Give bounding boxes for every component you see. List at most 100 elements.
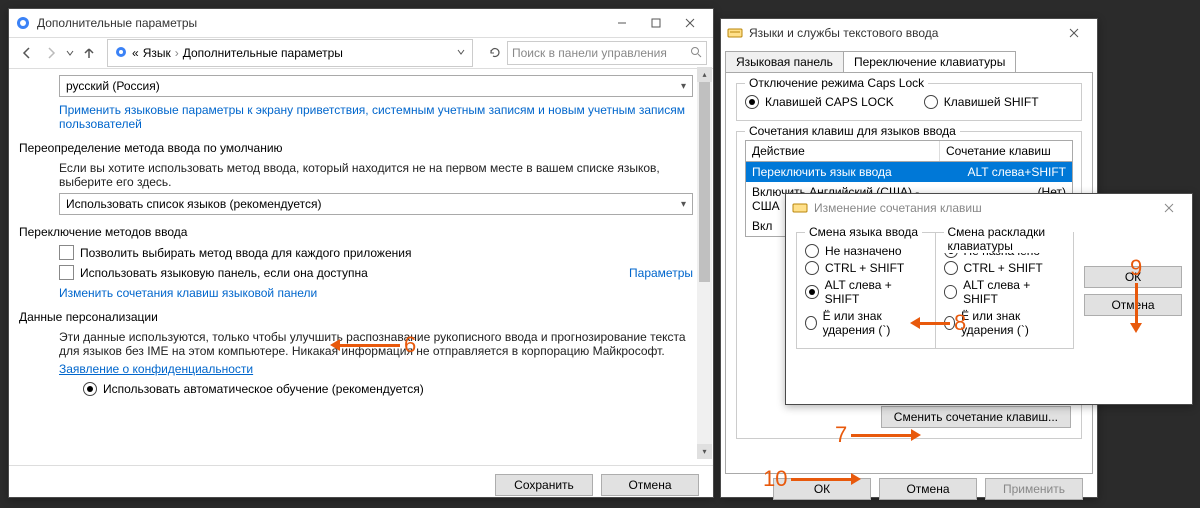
change-combo-button[interactable]: Сменить сочетание клавиш... bbox=[881, 406, 1071, 428]
radio-ctrlshift-2[interactable]: CTRL + SHIFT bbox=[944, 261, 1066, 275]
checkbox-icon bbox=[59, 265, 74, 280]
radio-icon bbox=[924, 95, 938, 109]
section-heading: Данные персонализации bbox=[19, 310, 693, 324]
radio-altshift[interactable]: ALT слева + SHIFT bbox=[805, 278, 927, 306]
cell-combo: ALT слева+SHIFT bbox=[940, 162, 1072, 182]
radio-capslock[interactable]: Клавишей CAPS LOCK bbox=[745, 95, 894, 109]
dialog-body: Смена языка ввода Не назначено CTRL + SH… bbox=[786, 222, 1192, 359]
dropdown-value: русский (Россия) bbox=[66, 79, 160, 93]
minimize-icon[interactable] bbox=[605, 9, 639, 37]
scroll-down-icon[interactable]: ▾ bbox=[697, 444, 712, 459]
keyboard-icon bbox=[792, 200, 808, 216]
radio-label: ALT слева + SHIFT bbox=[825, 278, 927, 306]
radio-shift[interactable]: Клавишей SHIFT bbox=[924, 95, 1039, 109]
keyboard-icon bbox=[727, 25, 743, 41]
search-input[interactable]: Поиск в панели управления bbox=[507, 41, 707, 65]
override-help-text: Если вы хотите использовать метод ввода,… bbox=[59, 161, 693, 189]
close-icon[interactable] bbox=[673, 9, 707, 37]
refresh-icon[interactable] bbox=[483, 41, 507, 65]
breadcrumb[interactable]: « Язык › Дополнительные параметры bbox=[107, 39, 473, 67]
radio-label: ALT слева + SHIFT bbox=[963, 278, 1065, 306]
capslock-group: Отключение режима Caps Lock Клавишей CAP… bbox=[736, 83, 1082, 121]
group-label: Смена раскладки клавиатуры bbox=[944, 225, 1074, 253]
cancel-button[interactable]: Отмена bbox=[879, 478, 977, 500]
search-placeholder: Поиск в панели управления bbox=[512, 46, 690, 60]
breadcrumb-item[interactable]: Язык bbox=[143, 46, 171, 60]
tab-keyboard-switch[interactable]: Переключение клавиатуры bbox=[843, 51, 1016, 72]
button-row: ОК Отмена Применить bbox=[721, 474, 1097, 508]
vertical-scrollbar[interactable]: ▴ ▾ bbox=[697, 67, 712, 459]
control-panel-icon bbox=[15, 15, 31, 31]
change-hotkeys-link[interactable]: Изменить сочетания клавиш языковой панел… bbox=[59, 286, 693, 300]
checkbox-label: Использовать языковую панель, если она д… bbox=[80, 266, 368, 280]
scroll-up-icon[interactable]: ▴ bbox=[697, 67, 712, 82]
checkbox-per-app[interactable]: Позволить выбирать метод ввода для каждо… bbox=[59, 245, 693, 260]
checkbox-label: Позволить выбирать метод ввода для каждо… bbox=[80, 246, 411, 260]
tab-language-panel[interactable]: Языковая панель bbox=[725, 51, 844, 72]
group-label: Отключение режима Caps Lock bbox=[745, 76, 928, 90]
radio-auto-learn[interactable]: Использовать автоматическое обучение (ре… bbox=[83, 382, 693, 396]
chevron-down-icon: ▾ bbox=[681, 199, 686, 210]
radio-label: Ё или знак ударения (`) bbox=[823, 309, 927, 337]
section-heading: Переопределение метода ввода по умолчани… bbox=[19, 141, 693, 155]
cancel-button[interactable]: Отмена bbox=[601, 474, 699, 496]
radio-icon bbox=[944, 261, 958, 275]
window-title: Изменение сочетания клавиш bbox=[814, 201, 1152, 215]
control-panel-small-icon bbox=[114, 45, 128, 62]
table-row[interactable]: Переключить язык ввода ALT слева+SHIFT bbox=[746, 162, 1072, 182]
apply-welcome-link[interactable]: Применить языковые параметры к экрану пр… bbox=[59, 103, 693, 131]
breadcrumb-item[interactable]: Дополнительные параметры bbox=[183, 46, 343, 60]
radio-label: Не назначено bbox=[825, 244, 902, 258]
ok-button[interactable]: ОК bbox=[773, 478, 871, 500]
input-method-dropdown[interactable]: Использовать список языков (рекомендуетс… bbox=[59, 193, 693, 215]
breadcrumb-prefix: « bbox=[132, 46, 139, 60]
advanced-params-window: Дополнительные параметры « Язык bbox=[8, 8, 714, 498]
personal-help-text: Эти данные используются, только чтобы ул… bbox=[59, 330, 693, 358]
privacy-link[interactable]: Заявление о конфиденциальности bbox=[59, 362, 693, 376]
radio-grave[interactable]: Ё или знак ударения (`) bbox=[805, 309, 927, 337]
up-icon[interactable] bbox=[77, 41, 101, 65]
close-icon[interactable] bbox=[1152, 194, 1186, 222]
lang-switch-group: Смена языка ввода Не назначено CTRL + SH… bbox=[796, 232, 936, 349]
table-header: Действие Сочетание клавиш bbox=[746, 141, 1072, 162]
language-dropdown[interactable]: русский (Россия) ▾ bbox=[59, 75, 693, 97]
cell-action: Переключить язык ввода bbox=[746, 162, 940, 182]
forward-icon[interactable] bbox=[39, 41, 63, 65]
back-icon[interactable] bbox=[15, 41, 39, 65]
tab-strip: Языковая панель Переключение клавиатуры bbox=[721, 47, 1097, 72]
radio-icon bbox=[745, 95, 759, 109]
address-bar: « Язык › Дополнительные параметры Поиск … bbox=[9, 37, 713, 69]
maximize-icon[interactable] bbox=[639, 9, 673, 37]
ok-button[interactable]: ОК bbox=[1084, 266, 1182, 288]
chevron-down-icon: ▾ bbox=[681, 81, 686, 92]
chevron-right-icon: › bbox=[175, 46, 179, 60]
chevron-down-icon[interactable] bbox=[456, 46, 466, 60]
radio-icon bbox=[805, 244, 819, 258]
radio-ctrlshift[interactable]: CTRL + SHIFT bbox=[805, 261, 927, 275]
close-icon[interactable] bbox=[1057, 19, 1091, 47]
radio-icon bbox=[83, 382, 97, 396]
group-label: Смена языка ввода bbox=[805, 225, 922, 239]
change-hotkeys-window: Изменение сочетания клавиш Смена языка в… bbox=[785, 193, 1193, 405]
content-area: русский (Россия) ▾ Применить языковые па… bbox=[9, 69, 713, 465]
chevron-down-icon[interactable] bbox=[63, 41, 77, 65]
radio-icon bbox=[805, 285, 819, 299]
scroll-thumb[interactable] bbox=[699, 82, 710, 282]
layout-switch-group: Смена раскладки клавиатуры Не назначено … bbox=[935, 232, 1075, 349]
window-title: Языки и службы текстового ввода bbox=[749, 26, 1057, 40]
dropdown-value: Использовать список языков (рекомендуетс… bbox=[66, 197, 322, 211]
button-row: Сохранить Отмена bbox=[9, 465, 713, 504]
save-button[interactable]: Сохранить bbox=[495, 474, 593, 496]
radio-altshift-2[interactable]: ALT слева + SHIFT bbox=[944, 278, 1066, 306]
cancel-button[interactable]: Отмена bbox=[1084, 294, 1182, 316]
titlebar: Дополнительные параметры bbox=[9, 9, 713, 37]
group-label: Сочетания клавиш для языков ввода bbox=[745, 124, 960, 138]
radio-label: Клавишей CAPS LOCK bbox=[765, 95, 894, 109]
params-link[interactable]: Параметры bbox=[629, 266, 693, 280]
apply-button[interactable]: Применить bbox=[985, 478, 1083, 500]
radio-grave-2[interactable]: Ё или знак ударения (`) bbox=[944, 309, 1066, 337]
titlebar: Языки и службы текстового ввода bbox=[721, 19, 1097, 47]
col-combo: Сочетание клавиш bbox=[940, 141, 1072, 161]
radio-none[interactable]: Не назначено bbox=[805, 244, 927, 258]
checkbox-lang-bar[interactable]: Использовать языковую панель, если она д… bbox=[59, 265, 693, 280]
